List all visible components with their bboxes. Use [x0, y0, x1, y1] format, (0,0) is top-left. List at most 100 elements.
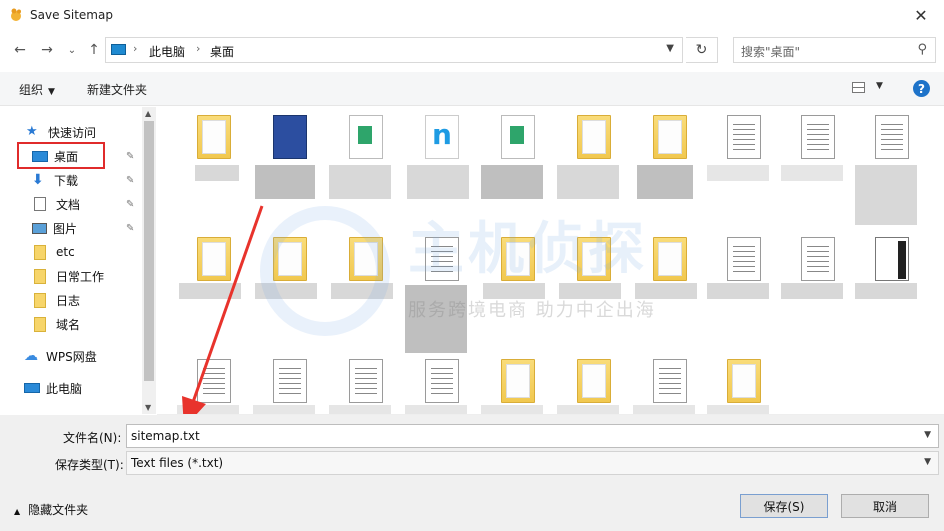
computer-icon	[111, 44, 126, 55]
sidebar-scrollbar[interactable]: ▲ ▼	[142, 107, 156, 414]
hide-folders-label: 隐藏文件夹	[28, 503, 89, 517]
pin-icon: ✎	[126, 223, 135, 234]
sidebar-item-downloads[interactable]: ⬇ 下载	[32, 169, 78, 191]
blurred-label	[483, 283, 545, 299]
address-dropdown-icon[interactable]: ▼	[666, 43, 674, 54]
folder-icon	[577, 115, 611, 159]
sidebar-item-label: 快速访问	[48, 125, 97, 140]
pin-icon: ✎	[126, 151, 135, 162]
sidebar-item-label: 域名	[56, 317, 81, 332]
spreadsheet-icon	[349, 115, 383, 159]
toolbar: 组织 ▼ 新建文件夹 ▼ ?	[0, 72, 944, 106]
help-icon[interactable]: ?	[913, 80, 930, 97]
new-folder-button[interactable]: 新建文件夹	[87, 81, 147, 98]
back-button[interactable]: ←	[10, 39, 30, 61]
folder-icon	[34, 316, 46, 332]
view-options-icon[interactable]	[852, 82, 865, 93]
back-arrow-icon: ←	[14, 42, 26, 58]
blurred-label	[253, 405, 315, 414]
folder-icon	[727, 359, 761, 403]
breadcrumb-desktop[interactable]: 桌面	[210, 43, 234, 60]
scrollbar-thumb[interactable]	[144, 121, 154, 381]
text-file-icon	[875, 115, 909, 159]
blurred-label	[179, 283, 241, 299]
sidebar-item-daily-work[interactable]: 日常工作	[34, 265, 104, 287]
scroll-down-icon[interactable]: ▼	[145, 403, 151, 412]
filetype-value: Text files (*.txt)	[131, 456, 224, 470]
save-form: 文件名(N): sitemap.txt ▼ 保存类型(T): Text file…	[0, 415, 944, 531]
cancel-button[interactable]: 取消	[841, 494, 929, 518]
sidebar-item-label: WPS网盘	[46, 349, 97, 364]
scroll-up-icon[interactable]: ▲	[145, 109, 151, 118]
blurred-label	[559, 283, 621, 299]
picture-icon	[32, 222, 47, 234]
sidebar-item-wps-cloud[interactable]: ☁ WPS网盘	[24, 345, 97, 367]
close-button[interactable]: ✕	[898, 0, 944, 31]
blurred-label	[405, 405, 467, 414]
close-icon: ✕	[914, 6, 928, 25]
text-file-icon	[197, 359, 231, 403]
search-input[interactable]: 搜索"桌面" ⚲	[733, 37, 936, 63]
file-list[interactable]	[157, 107, 944, 414]
sidebar-item-etc[interactable]: etc	[34, 241, 75, 263]
window-title: Save Sitemap	[30, 8, 113, 22]
refresh-button[interactable]: ↻	[686, 37, 718, 63]
pin-icon: ✎	[126, 199, 135, 210]
blurred-label	[855, 165, 917, 225]
chevron-down-icon[interactable]: ▼	[924, 457, 931, 467]
blurred-label	[255, 283, 317, 299]
sidebar-item-documents[interactable]: 文档	[34, 193, 80, 215]
computer-icon	[24, 383, 40, 393]
blurred-label	[331, 283, 393, 299]
hide-folders-toggle[interactable]: ▲ 隐藏文件夹	[14, 501, 88, 518]
search-icon: ⚲	[917, 42, 927, 57]
sidebar-item-label: 日常工作	[56, 269, 105, 284]
sidebar-item-pictures[interactable]: 图片	[32, 217, 77, 239]
text-file-icon	[801, 115, 835, 159]
recent-locations-button[interactable]: ⌄	[62, 39, 82, 61]
sidebar-item-this-pc[interactable]: 此电脑	[24, 377, 82, 399]
sidebar-item-logs[interactable]: 日志	[34, 289, 80, 311]
view-options-caret-icon[interactable]: ▼	[876, 81, 883, 91]
chevron-down-icon[interactable]: ▼	[924, 430, 931, 440]
sidebar-item-label: 日志	[56, 293, 81, 308]
filetype-select[interactable]: Text files (*.txt) ▼	[126, 451, 939, 475]
highlight-box	[17, 142, 105, 169]
breadcrumb-this-pc[interactable]: 此电脑	[149, 43, 185, 60]
sidebar-item-label: 下载	[54, 173, 79, 188]
filename-label: 文件名(N):	[63, 431, 122, 445]
sidebar-item-label: etc	[56, 245, 75, 259]
sidebar-item-domains[interactable]: 域名	[34, 313, 80, 335]
blurred-label	[633, 405, 695, 414]
sidebar-item-quick-access[interactable]: ★ 快速访问	[26, 121, 96, 143]
save-button[interactable]: 保存(S)	[740, 494, 828, 518]
blurred-label	[481, 165, 543, 199]
filename-input[interactable]: sitemap.txt ▼	[126, 424, 939, 448]
folder-icon	[577, 237, 611, 281]
sidebar-item-label: 此电脑	[46, 381, 83, 396]
caret-up-icon: ▲	[14, 507, 21, 516]
document-icon	[34, 197, 46, 211]
up-button[interactable]: ↑	[84, 39, 104, 61]
blurred-label	[557, 405, 619, 414]
caret-down-icon: ▼	[48, 87, 55, 97]
chevron-down-icon: ⌄	[67, 44, 77, 56]
folder-icon	[577, 359, 611, 403]
title-bar: Save Sitemap ✕	[0, 0, 944, 31]
blurred-label	[405, 285, 467, 353]
folder-icon	[501, 237, 535, 281]
blurred-label	[781, 283, 843, 299]
forward-button[interactable]: →	[37, 39, 57, 61]
blurred-label	[855, 283, 917, 299]
filename-value: sitemap.txt	[131, 429, 200, 443]
refresh-icon: ↻	[695, 42, 708, 58]
text-file-icon	[273, 359, 307, 403]
app-icon	[11, 8, 21, 21]
address-bar[interactable]: › 此电脑 › 桌面 ▼	[105, 37, 683, 63]
book-icon	[273, 115, 307, 159]
text-file-icon	[653, 359, 687, 403]
search-placeholder: 搜索"桌面"	[741, 45, 801, 59]
folder-icon	[34, 292, 46, 308]
sidebar-item-label: 文档	[56, 197, 81, 212]
organize-button[interactable]: 组织 ▼	[19, 81, 55, 98]
